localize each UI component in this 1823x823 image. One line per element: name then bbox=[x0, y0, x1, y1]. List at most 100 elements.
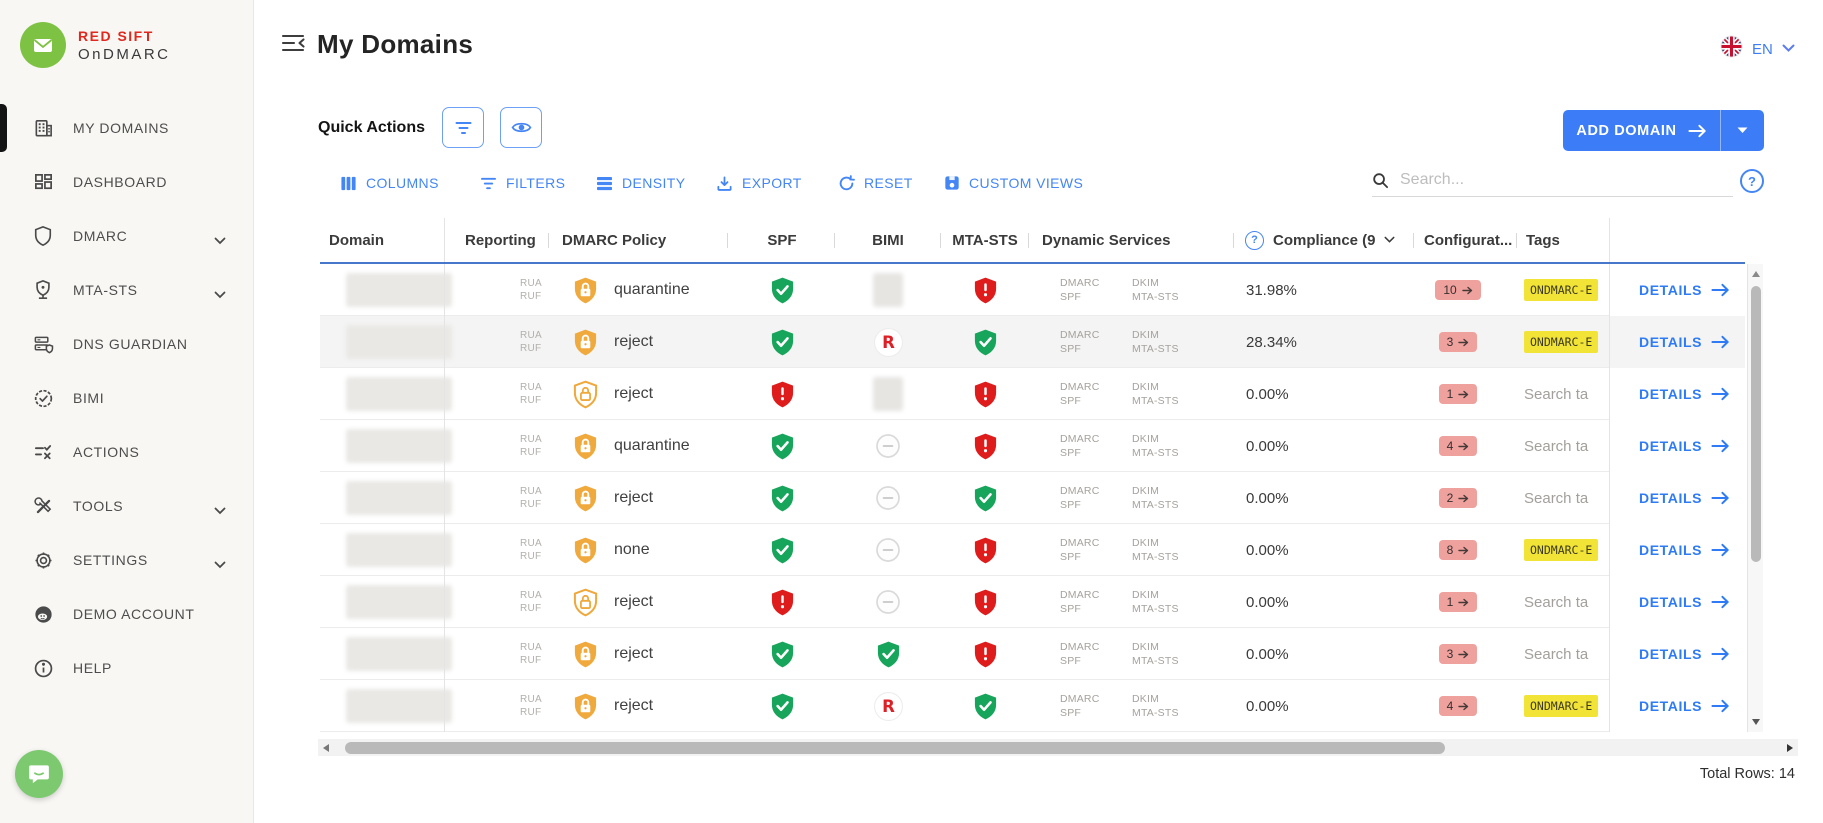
sidebar-item-settings[interactable]: SETTINGS bbox=[0, 538, 253, 582]
tag-search-placeholder[interactable]: Search ta bbox=[1524, 490, 1588, 507]
configurations-badge[interactable]: 4 bbox=[1439, 696, 1478, 716]
horizontal-scrollbar[interactable] bbox=[318, 739, 1798, 756]
details-link[interactable]: DETAILS bbox=[1609, 680, 1745, 732]
svg-text:R: R bbox=[882, 333, 895, 352]
tag-badge[interactable]: ONDMARC-E bbox=[1524, 695, 1598, 717]
table-row[interactable]: RUARUFrejectDMARCSPFDKIMMTA-STS0.00%1Sea… bbox=[320, 576, 1745, 628]
table-row[interactable]: RUARUFrejectDMARCSPFDKIMMTA-STS0.00%1Sea… bbox=[320, 368, 1745, 420]
sidebar-item-mta-sts[interactable]: MTA-STS bbox=[0, 268, 253, 312]
tags-cell[interactable]: Search ta bbox=[1524, 420, 1609, 472]
tags-cell[interactable]: ONDMARC-E bbox=[1524, 264, 1609, 316]
table-row[interactable]: RUARUFquarantineDMARCSPFDKIMMTA-STS31.98… bbox=[320, 264, 1745, 316]
configurations-badge[interactable]: 1 bbox=[1439, 384, 1478, 404]
details-link[interactable]: DETAILS bbox=[1609, 524, 1745, 576]
dashboard-icon bbox=[31, 170, 55, 194]
sidebar-item-dmarc[interactable]: DMARC bbox=[0, 214, 253, 258]
collapse-sidebar-icon[interactable] bbox=[281, 33, 307, 58]
table-row[interactable]: RUARUFrejectRDMARCSPFDKIMMTA-STS28.34%3O… bbox=[320, 316, 1745, 368]
tags-cell[interactable]: ONDMARC-E bbox=[1524, 316, 1609, 368]
density-icon bbox=[596, 176, 613, 191]
chevron-down-icon bbox=[214, 232, 226, 250]
tags-cell[interactable]: ONDMARC-E bbox=[1524, 680, 1609, 732]
table-row[interactable]: RUARUFquarantineDMARCSPFDKIMMTA-STS0.00%… bbox=[320, 420, 1745, 472]
tags-cell[interactable]: Search ta bbox=[1524, 576, 1609, 628]
quick-filter-button[interactable] bbox=[442, 107, 484, 148]
vertical-scrollbar[interactable] bbox=[1747, 264, 1763, 732]
dynamic-services-cell: DMARCSPFDKIMMTA-STS bbox=[1060, 316, 1179, 368]
tags-cell[interactable]: Search ta bbox=[1524, 472, 1609, 524]
dmarc-policy-value: reject bbox=[614, 628, 653, 680]
spf-pass-shield-icon bbox=[769, 484, 796, 513]
reset-button[interactable]: RESET bbox=[838, 168, 913, 198]
spf-pass-shield-icon bbox=[769, 328, 796, 357]
compliance-help-icon[interactable]: ? bbox=[1245, 231, 1264, 250]
sidebar-item-dns-guardian[interactable]: DNS GUARDIAN bbox=[0, 322, 253, 366]
scroll-up-arrow[interactable] bbox=[1752, 271, 1760, 277]
details-link[interactable]: DETAILS bbox=[1609, 368, 1745, 420]
sidebar-item-help[interactable]: HELP bbox=[0, 646, 253, 690]
details-link[interactable]: DETAILS bbox=[1609, 628, 1745, 680]
configurations-cell: 1 bbox=[1422, 368, 1494, 420]
filters-button[interactable]: FILTERS bbox=[480, 168, 565, 198]
export-button[interactable]: EXPORT bbox=[716, 168, 802, 198]
details-link[interactable]: DETAILS bbox=[1609, 316, 1745, 368]
table-row[interactable]: RUARUFrejectDMARCSPFDKIMMTA-STS0.00%3Sea… bbox=[320, 628, 1745, 680]
spf-fail-shield-icon bbox=[769, 380, 796, 409]
tag-badge[interactable]: ONDMARC-E bbox=[1524, 331, 1598, 353]
tags-cell[interactable]: ONDMARC-E bbox=[1524, 524, 1609, 576]
configurations-badge[interactable]: 2 bbox=[1439, 488, 1478, 508]
configurations-badge[interactable]: 4 bbox=[1439, 436, 1478, 456]
add-domain-dropdown[interactable] bbox=[1721, 127, 1764, 134]
search-input[interactable] bbox=[1398, 170, 1702, 190]
search-field[interactable] bbox=[1372, 164, 1733, 197]
configurations-badge[interactable]: 3 bbox=[1439, 644, 1478, 664]
vertical-scrollbar-thumb[interactable] bbox=[1751, 286, 1761, 562]
details-link[interactable]: DETAILS bbox=[1609, 420, 1745, 472]
quick-view-button[interactable] bbox=[500, 107, 542, 148]
column-divider bbox=[548, 233, 549, 248]
tag-badge[interactable]: ONDMARC-E bbox=[1524, 539, 1598, 561]
configurations-badge[interactable]: 1 bbox=[1439, 592, 1478, 612]
tag-search-placeholder[interactable]: Search ta bbox=[1524, 438, 1588, 455]
arrow-right-icon bbox=[1711, 283, 1730, 297]
bimi-status bbox=[871, 420, 905, 472]
domain-cell bbox=[346, 680, 452, 732]
columns-button[interactable]: COLUMNS bbox=[340, 168, 439, 198]
density-button[interactable]: DENSITY bbox=[596, 168, 685, 198]
tag-search-placeholder[interactable]: Search ta bbox=[1524, 594, 1588, 611]
column-divider bbox=[1233, 233, 1234, 248]
tag-search-placeholder[interactable]: Search ta bbox=[1524, 386, 1588, 403]
add-domain-button[interactable]: ADD DOMAIN bbox=[1563, 110, 1764, 151]
table-row[interactable]: RUARUFnoneDMARCSPFDKIMMTA-STS0.00%8ONDMA… bbox=[320, 524, 1745, 576]
sidebar-item-my-domains[interactable]: MY DOMAINS bbox=[0, 106, 253, 150]
support-person-icon bbox=[31, 602, 55, 626]
configurations-badge[interactable]: 3 bbox=[1439, 332, 1478, 352]
table-row[interactable]: RUARUFrejectDMARCSPFDKIMMTA-STS0.00%2Sea… bbox=[320, 472, 1745, 524]
details-link[interactable]: DETAILS bbox=[1609, 264, 1745, 316]
tags-cell[interactable]: Search ta bbox=[1524, 368, 1609, 420]
horizontal-scrollbar-thumb[interactable] bbox=[345, 742, 1445, 754]
scroll-down-arrow[interactable] bbox=[1752, 719, 1760, 725]
details-link[interactable]: DETAILS bbox=[1609, 576, 1745, 628]
custom-views-button[interactable]: CUSTOM VIEWS bbox=[944, 168, 1083, 198]
tag-badge[interactable]: ONDMARC-E bbox=[1524, 279, 1598, 301]
language-selector[interactable]: EN bbox=[1720, 35, 1795, 63]
scroll-left-arrow[interactable] bbox=[323, 744, 329, 752]
details-link[interactable]: DETAILS bbox=[1609, 472, 1745, 524]
chat-launcher-button[interactable] bbox=[15, 750, 63, 798]
tag-search-placeholder[interactable]: Search ta bbox=[1524, 646, 1588, 663]
domain-redacted bbox=[346, 429, 452, 463]
table-row[interactable]: RUARUFrejectRDMARCSPFDKIMMTA-STS0.00%4ON… bbox=[320, 680, 1745, 732]
configurations-badge[interactable]: 10 bbox=[1435, 280, 1480, 300]
sidebar-item-actions[interactable]: ACTIONS bbox=[0, 430, 253, 474]
help-icon[interactable]: ? bbox=[1740, 169, 1764, 193]
tags-cell[interactable]: Search ta bbox=[1524, 628, 1609, 680]
domain-cell bbox=[346, 368, 452, 420]
sort-chevron-icon[interactable] bbox=[1384, 236, 1395, 244]
configurations-badge[interactable]: 8 bbox=[1439, 540, 1478, 560]
sidebar-item-dashboard[interactable]: DASHBOARD bbox=[0, 160, 253, 204]
sidebar-item-demo-account[interactable]: DEMO ACCOUNT bbox=[0, 592, 253, 636]
sidebar-item-tools[interactable]: TOOLS bbox=[0, 484, 253, 528]
scroll-right-arrow[interactable] bbox=[1787, 744, 1793, 752]
sidebar-item-bimi[interactable]: BIMI bbox=[0, 376, 253, 420]
